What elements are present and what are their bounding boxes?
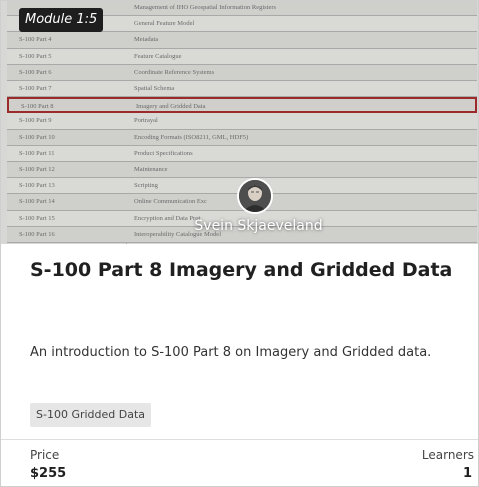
- thumbnail-name-cell: Online Communication Exc: [134, 198, 207, 206]
- thumbnail-name-cell: Management of IHO Geospatial Information…: [134, 4, 277, 11]
- learners-label: Learners: [421, 448, 474, 462]
- course-description: An introduction to S-100 Part 8 on Image…: [30, 345, 432, 360]
- thumbnail-part-cell: S-100 Part 9: [19, 117, 52, 125]
- thumbnail-part-cell: S-100 Part 11: [19, 149, 55, 157]
- thumbnail-table-row: S-100 Part 5 Feature Catalogue: [7, 48, 477, 65]
- thumbnail-part-cell: S-100 Part 6: [19, 68, 52, 76]
- thumbnail-name-cell: Metadata: [134, 36, 159, 44]
- course-card[interactable]: Management of IHO Geospatial Information…: [0, 0, 479, 487]
- thumbnail-part-cell: S-100 Part 5: [19, 52, 52, 60]
- course-thumbnail[interactable]: Management of IHO Geospatial Information…: [1, 1, 478, 244]
- thumbnail-name-cell: Feature Catalogue: [134, 52, 182, 60]
- thumbnail-name-cell: Coordinate Reference Systems: [134, 68, 215, 76]
- thumbnail-table-row: S-100 Part 6 Coordinate Reference Systems: [7, 64, 477, 81]
- thumbnail-part-cell: S-100 Part 4: [19, 36, 52, 44]
- thumbnail-table-row: S-100 Part 9 Portrayal: [7, 113, 477, 130]
- thumbnail-name-cell: Maintenance: [134, 166, 168, 173]
- thumbnail-table-row: S-100 Part 7 Spatial Schema: [7, 81, 477, 98]
- thumbnail-part-cell: S-100 Part 7: [19, 85, 52, 92]
- thumbnail-name-cell: Encoding Formats (ISO8211, GML, HDF5): [134, 133, 249, 141]
- learners-value: 1: [462, 466, 472, 481]
- thumbnail-name-cell: Product Specifications: [134, 149, 193, 157]
- thumbnail-part-cell: S-100 Part 10: [19, 133, 55, 141]
- thumbnail-table-row: S-100 Part 4 Metadata: [7, 32, 477, 49]
- footer-divider: [1, 439, 478, 440]
- price-value: $255: [30, 466, 67, 481]
- thumbnail-part-cell: S-100 Part 13: [19, 182, 55, 190]
- course-tag[interactable]: S-100 Gridded Data: [30, 403, 152, 427]
- thumbnail-name-cell: Portrayal: [134, 117, 158, 125]
- thumbnail-name-cell: Spatial Schema: [134, 85, 175, 92]
- thumbnail-part-cell: S-100 Part 14: [19, 198, 55, 206]
- thumbnail-table-row: S-100 Part 10 Encoding Formats (ISO8211, …: [7, 129, 477, 146]
- module-badge: Module 1:5: [19, 8, 104, 32]
- thumbnail-table-row: S-100 Part 11 Product Specifications: [7, 145, 477, 162]
- course-title[interactable]: S-100 Part 8 Imagery and Gridded Data: [30, 259, 470, 281]
- thumbnail-name-cell: Scripting: [134, 182, 158, 190]
- thumbnail-table-row: S-100 Part 8 Imagery and Gridded Data: [7, 97, 477, 114]
- thumbnail-name-cell: General Feature Model: [134, 20, 195, 28]
- author-name: Svein Skjaeveland: [194, 218, 323, 234]
- author-portrait-icon: [239, 180, 271, 212]
- thumbnail-table-row: S-100 Part 12 Maintenance: [7, 162, 477, 179]
- author-avatar: [237, 178, 273, 214]
- thumbnail-part-cell: S-100 Part 12: [19, 166, 55, 173]
- price-label: Price: [30, 448, 60, 462]
